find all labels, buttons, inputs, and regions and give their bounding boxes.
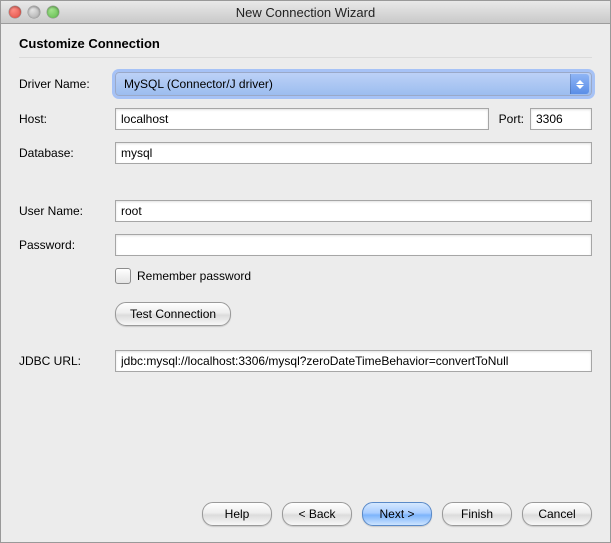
database-input[interactable] <box>115 142 592 164</box>
next-button[interactable]: Next > <box>362 502 432 526</box>
window-title: New Connection Wizard <box>1 5 610 20</box>
port-label: Port: <box>499 112 524 126</box>
jdbc-url-row: JDBC URL: <box>19 350 592 372</box>
spacer <box>19 176 592 200</box>
wizard-window: New Connection Wizard Customize Connecti… <box>0 0 611 543</box>
cancel-button[interactable]: Cancel <box>522 502 592 526</box>
chevron-updown-icon <box>570 74 589 94</box>
driver-name-row: Driver Name: MySQL (Connector/J driver) <box>19 72 592 96</box>
close-icon[interactable] <box>9 6 21 18</box>
back-button[interactable]: < Back <box>282 502 352 526</box>
remember-password-row: Remember password <box>115 268 592 284</box>
database-label: Database: <box>19 146 109 160</box>
help-button[interactable]: Help <box>202 502 272 526</box>
jdbc-url-label: JDBC URL: <box>19 354 109 368</box>
driver-name-value: MySQL (Connector/J driver) <box>124 77 273 91</box>
password-input[interactable] <box>115 234 592 256</box>
test-connection-button[interactable]: Test Connection <box>115 302 231 326</box>
finish-button[interactable]: Finish <box>442 502 512 526</box>
minimize-icon[interactable] <box>28 6 40 18</box>
remember-password-label: Remember password <box>137 269 251 283</box>
zoom-icon[interactable] <box>47 6 59 18</box>
password-label: Password: <box>19 238 109 252</box>
port-input[interactable] <box>530 108 592 130</box>
driver-name-label: Driver Name: <box>19 77 109 91</box>
remember-password-checkbox[interactable] <box>115 268 131 284</box>
user-name-label: User Name: <box>19 204 109 218</box>
footer-buttons: Help < Back Next > Finish Cancel <box>1 490 610 542</box>
driver-name-select[interactable]: MySQL (Connector/J driver) <box>115 72 592 96</box>
host-label: Host: <box>19 112 109 126</box>
jdbc-url-input[interactable] <box>115 350 592 372</box>
section-title: Customize Connection <box>19 36 592 51</box>
host-row: Host: Port: <box>19 108 592 130</box>
host-input[interactable] <box>115 108 489 130</box>
divider <box>19 57 592 58</box>
test-connection-row: Test Connection <box>115 302 592 326</box>
title-bar: New Connection Wizard <box>1 1 610 24</box>
user-name-input[interactable] <box>115 200 592 222</box>
user-name-row: User Name: <box>19 200 592 222</box>
content-area: Customize Connection Driver Name: MySQL … <box>1 24 610 490</box>
database-row: Database: <box>19 142 592 164</box>
password-row: Password: <box>19 234 592 256</box>
window-controls <box>9 6 59 18</box>
